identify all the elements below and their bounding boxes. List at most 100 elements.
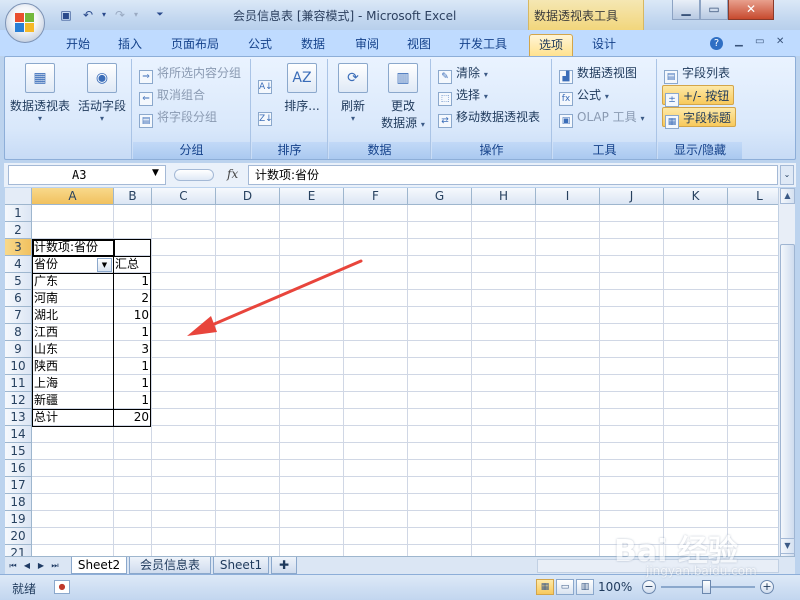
vertical-scrollbar[interactable]: ▲ ▼ <box>778 188 795 564</box>
group-data: ⟳ 刷新 ▾ ▥ 更改 数据源 ▾ 数据 <box>329 59 431 159</box>
tab-view[interactable]: 视图 <box>399 34 439 56</box>
zoom-level[interactable]: 100% <box>598 580 632 594</box>
field-list-label: 字段列表 <box>682 66 731 80</box>
scroll-down-icon[interactable]: ▼ <box>780 538 795 554</box>
maximize-button[interactable]: ▭ <box>700 0 728 20</box>
plus-minus-button[interactable]: ± +/- 按钮 <box>662 85 735 107</box>
page-break-view-icon[interactable]: ▥ <box>576 579 594 595</box>
group-sort: A↓ Z↓ AZ 排序... 排序 <box>252 59 328 159</box>
tab-developer[interactable]: 开发工具 <box>452 34 514 56</box>
scroll-up-icon[interactable]: ▲ <box>780 188 795 204</box>
formulas-button[interactable]: fx 公式 ▾ <box>559 85 609 106</box>
refresh-label: 刷新 <box>340 99 365 113</box>
clear-label: 清除 <box>456 66 481 80</box>
insert-function-icon[interactable]: fx <box>227 167 238 181</box>
help-icon[interactable]: ? <box>710 37 723 50</box>
save-icon[interactable]: ▣ <box>58 7 74 23</box>
office-button[interactable] <box>5 3 45 43</box>
select-label: 选择 <box>456 88 481 102</box>
chevron-down-icon[interactable]: ▼ <box>152 168 159 178</box>
status-ready: 就绪 <box>12 582 37 596</box>
field-list-icon: ▤ <box>664 70 678 84</box>
arrow-head <box>187 316 217 336</box>
page-layout-view-icon[interactable]: ▭ <box>556 579 574 595</box>
pivot-chart-icon: ▟ <box>559 70 573 84</box>
tab-insert[interactable]: 插入 <box>110 34 150 56</box>
tab-home[interactable]: 开始 <box>58 34 98 56</box>
group-actions: ✎ 清除 ▾ ⬚ 选择 ▾ ⇄ 移动数据透视表 操作 <box>432 59 552 159</box>
sheet-tab-bar: ⏮ ◀ ▶ ⏭ Sheet2 会员信息表 Sheet1 ✚ <box>5 556 795 574</box>
insert-sheet-icon[interactable]: ✚ <box>271 557 297 574</box>
sort-asc-button[interactable]: A↓ <box>258 73 276 94</box>
ribbon-restore-icon[interactable]: ▭ <box>755 36 764 47</box>
first-sheet-icon[interactable]: ⏮ <box>7 559 19 573</box>
window-title: 会员信息表 [兼容模式] - Microsoft Excel <box>233 9 457 23</box>
zoom-in-icon[interactable]: + <box>760 580 774 594</box>
close-button[interactable]: ✕ <box>728 0 774 20</box>
ungroup-icon: ⇐ <box>139 92 153 106</box>
undo-icon[interactable]: ↶ <box>80 7 96 23</box>
tab-data[interactable]: 数据 <box>293 34 333 56</box>
select-button[interactable]: ⬚ 选择 ▾ <box>438 85 488 106</box>
zoom-slider-thumb[interactable] <box>702 580 711 594</box>
formula-divider-handle[interactable] <box>174 169 214 181</box>
ribbon-tabs: 开始 插入 页面布局 公式 数据 审阅 视图 开发工具 选项 设计 <box>0 30 800 56</box>
redo-icon[interactable]: ↷ <box>112 7 128 23</box>
expand-formula-icon[interactable]: ⌄ <box>780 165 794 185</box>
pivot-table-label: 数据透视表 <box>9 99 70 113</box>
group-tools: ▟ 数据透视图 fx 公式 ▾ ▣ OLAP 工具 ▾ 工具 <box>553 59 657 159</box>
olap-tools-button[interactable]: ▣ OLAP 工具 ▾ <box>559 107 645 128</box>
tab-options[interactable]: 选项 <box>529 34 573 56</box>
name-box[interactable]: A3 <box>8 165 166 185</box>
change-source-label-1: 更改 <box>390 99 415 113</box>
sheet-tab-member-info[interactable]: 会员信息表 <box>129 557 211 574</box>
olap-icon: ▣ <box>559 114 573 128</box>
sort-button[interactable]: AZ 排序... <box>280 63 324 114</box>
active-field-icon: ◉ <box>87 63 117 93</box>
field-list-button[interactable]: ▤ 字段列表 <box>664 63 731 84</box>
minimize-button[interactable]: ▁ <box>672 0 700 20</box>
customize-qat-icon[interactable]: ⏷ <box>152 7 168 23</box>
ribbon-minimize-icon[interactable]: ▁ <box>735 36 743 47</box>
change-source-button[interactable]: ▥ 更改 数据源 ▾ <box>377 63 429 131</box>
macro-record-icon[interactable]: ● <box>54 580 70 594</box>
arrow-shaft <box>203 259 363 330</box>
ungroup-button[interactable]: ⇐ 取消组合 <box>139 85 205 106</box>
redo-dropdown-icon[interactable]: ▾ <box>128 7 144 23</box>
scroll-thumb[interactable] <box>780 244 795 564</box>
sort-desc-button[interactable]: Z↓ <box>258 105 276 126</box>
pivot-chart-button[interactable]: ▟ 数据透视图 <box>559 63 637 84</box>
ribbon: ▦ 数据透视表 ▾ ◉ 活动字段 ▾ ⇒ 将所选内容分组 ⇐ 取消组合 ▤ 将字段分组… <box>4 56 796 160</box>
normal-view-icon[interactable]: ▦ <box>536 579 554 595</box>
group-selection-button[interactable]: ⇒ 将所选内容分组 <box>139 63 241 84</box>
refresh-button[interactable]: ⟳ 刷新 ▾ <box>333 63 373 123</box>
pivot-table-button[interactable]: ▦ 数据透视表 ▾ <box>9 63 71 123</box>
last-sheet-icon[interactable]: ⏭ <box>49 559 61 573</box>
formula-input[interactable]: 计数项:省份 <box>248 165 778 185</box>
zoom-out-icon[interactable]: − <box>642 580 656 594</box>
clear-button[interactable]: ✎ 清除 ▾ <box>438 63 488 84</box>
sheet-tab-sheet1[interactable]: Sheet1 <box>213 557 269 574</box>
sort-ascending-icon: A↓ <box>258 80 273 94</box>
workbook-close-icon[interactable]: ✕ <box>776 36 784 47</box>
tab-formulas[interactable]: 公式 <box>240 34 280 56</box>
group-label-sort: 排序 <box>252 142 327 159</box>
prev-sheet-icon[interactable]: ◀ <box>21 559 33 573</box>
group-field-button[interactable]: ▤ 将字段分组 <box>139 107 217 128</box>
horizontal-scrollbar[interactable] <box>537 559 779 573</box>
active-field-label: 活动字段 <box>77 99 126 113</box>
pivot-tools-context: 数据透视表工具 <box>528 0 644 30</box>
tab-review[interactable]: 审阅 <box>347 34 387 56</box>
active-field-button[interactable]: ◉ 活动字段 ▾ <box>75 63 129 123</box>
group-pivot: ▦ 数据透视表 ▾ ◉ 活动字段 ▾ <box>5 59 132 159</box>
tab-design[interactable]: 设计 <box>584 34 624 56</box>
title-bar: ▣ ↶ ▾ ↷ ▾ ⏷ 会员信息表 [兼容模式] - Microsoft Exc… <box>0 0 800 43</box>
move-pivot-button[interactable]: ⇄ 移动数据透视表 <box>438 107 540 128</box>
tab-page-layout[interactable]: 页面布局 <box>164 34 226 56</box>
undo-dropdown-icon[interactable]: ▾ <box>96 7 112 23</box>
sheet-tab-sheet2[interactable]: Sheet2 <box>71 557 127 574</box>
field-headers-button[interactable]: ▦ 字段标题 <box>662 107 737 129</box>
next-sheet-icon[interactable]: ▶ <box>35 559 47 573</box>
group-label-tools: 工具 <box>553 142 656 159</box>
worksheet-grid[interactable]: ABCDEFGHIJKL 1 2 3 4 5 6 7 8 9 10 11 12 13 14 15 16 17 18… <box>5 188 795 556</box>
